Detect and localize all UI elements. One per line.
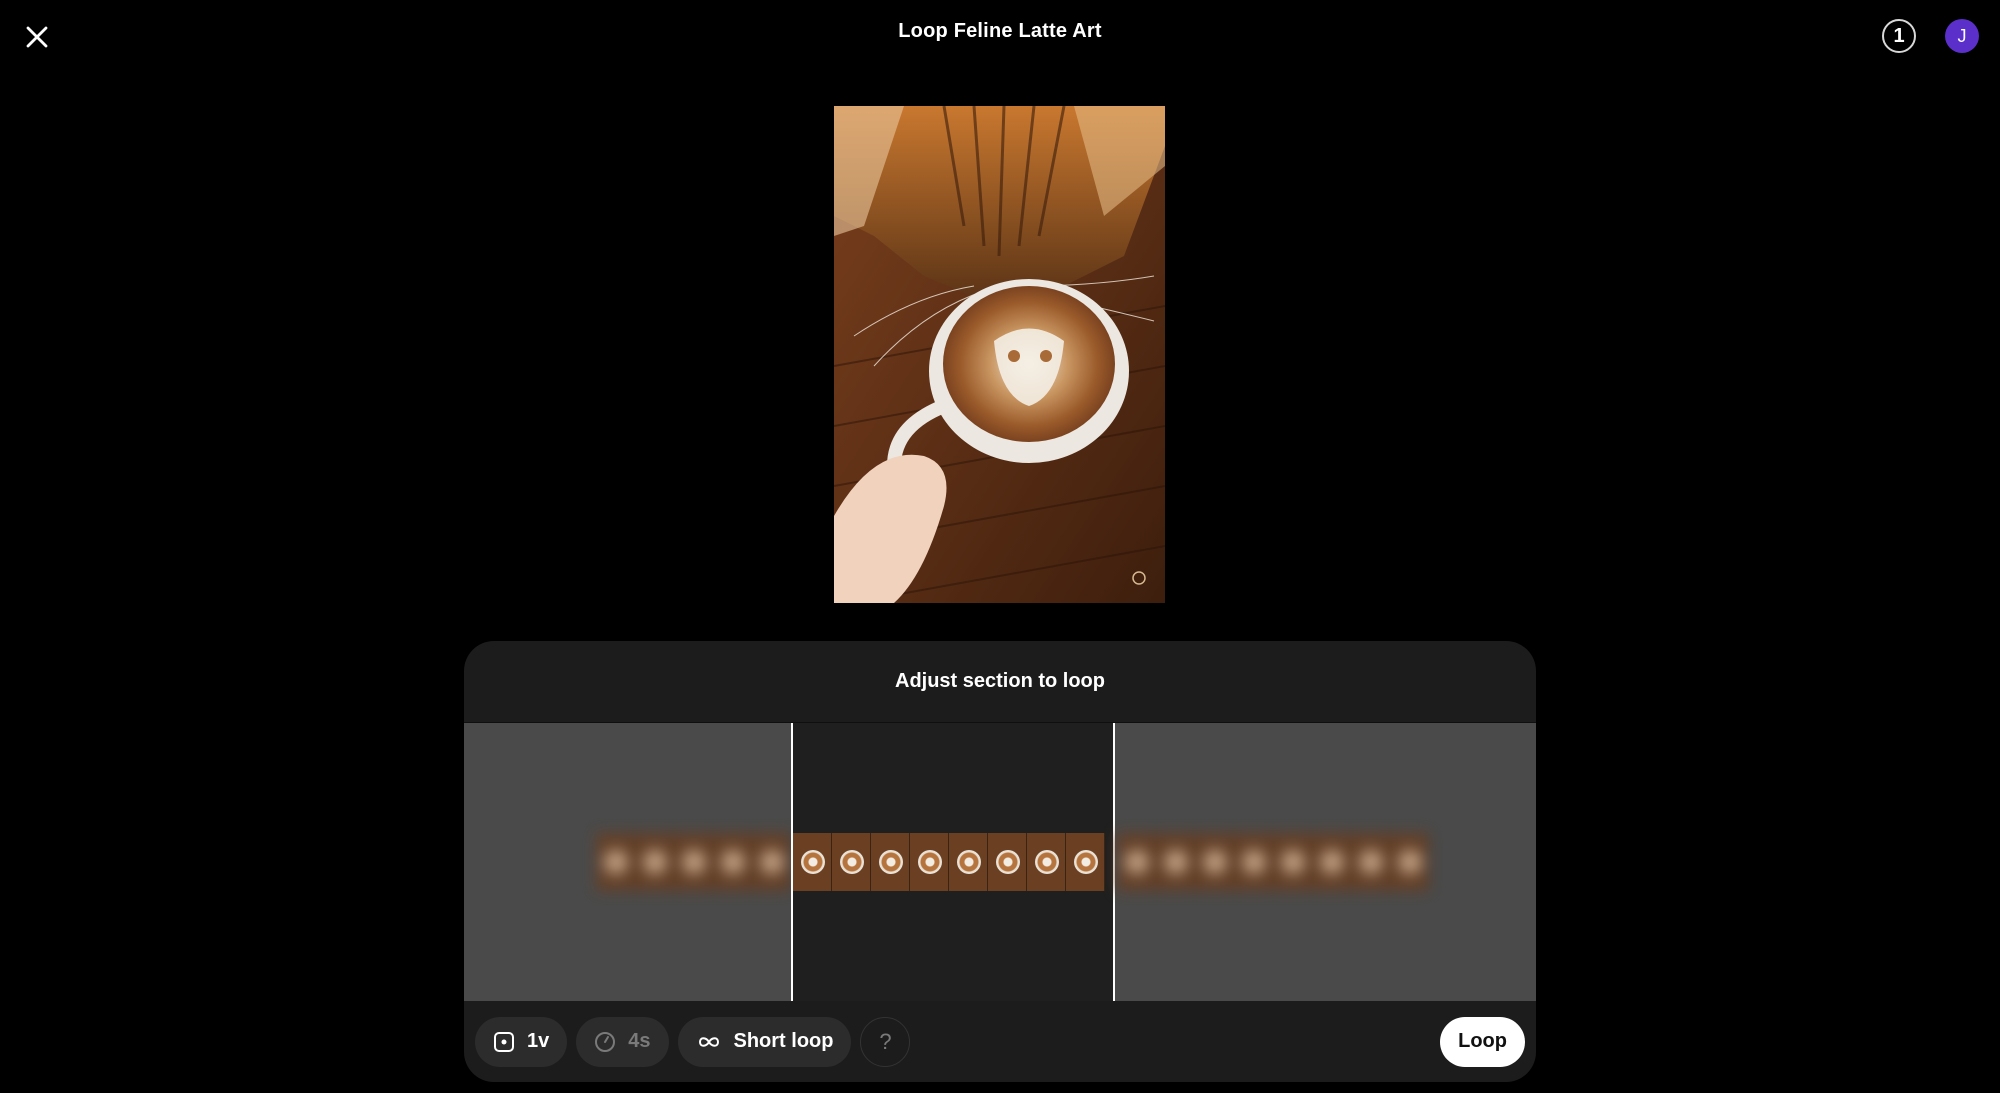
loop-selection[interactable] — [791, 723, 1115, 1001]
thumbnail-frame — [1234, 833, 1273, 891]
filmstrip-left — [596, 833, 791, 891]
filmstrip-right — [1117, 833, 1429, 891]
video-preview — [834, 106, 1165, 603]
thumbnail-frame — [1027, 833, 1066, 891]
thumbnail-frame — [1312, 833, 1351, 891]
thumbnail-frame — [1390, 833, 1429, 891]
filmstrip-selected — [793, 833, 1105, 891]
loop-button[interactable]: Loop — [1440, 1016, 1525, 1067]
thumbnail-frame — [1351, 833, 1390, 891]
thumbnail-frame — [832, 833, 871, 891]
thumbnail-frame — [674, 833, 713, 891]
page-title: Loop Feline Latte Art — [898, 20, 1102, 42]
thumbnail-frame — [871, 833, 910, 891]
loop-mode-button[interactable]: Short loop — [677, 1016, 852, 1067]
timeline[interactable] — [464, 723, 1536, 1001]
infinity-icon — [696, 1034, 722, 1050]
loop-editor-panel: Adjust section to loop 1v 4s Short loop … — [464, 641, 1536, 1082]
thumbnail-frame — [1156, 833, 1195, 891]
loop-mode-label: Short loop — [733, 1030, 834, 1052]
avatar[interactable]: J — [1945, 19, 1979, 53]
thumbnail-frame — [910, 833, 949, 891]
trim-handle-start[interactable] — [786, 723, 798, 1001]
thumbnail-frame — [635, 833, 674, 891]
thumbnail-frame — [1117, 833, 1156, 891]
thumbnail-frame — [1195, 833, 1234, 891]
thumbnail-frame — [949, 833, 988, 891]
duration-button[interactable]: 4s — [576, 1016, 669, 1067]
thumbnail-frame — [713, 833, 752, 891]
panel-heading: Adjust section to loop — [464, 641, 1536, 723]
thumbnail-frame — [596, 833, 635, 891]
loop-toolbar: 1v 4s Short loop ? Loop — [464, 1001, 1536, 1082]
square-dot-icon — [493, 1031, 515, 1053]
duration-label: 4s — [628, 1030, 651, 1052]
clock-icon — [594, 1031, 616, 1053]
variations-button[interactable]: 1v — [475, 1016, 568, 1067]
preview-image — [834, 106, 1165, 603]
thumbnail-frame — [1273, 833, 1312, 891]
credits-badge[interactable]: 1 — [1882, 19, 1916, 53]
thumbnail-frame — [988, 833, 1027, 891]
thumbnail-frame — [793, 833, 832, 891]
thumbnail-frame — [1066, 833, 1105, 891]
variations-label: 1v — [527, 1030, 550, 1052]
help-button[interactable]: ? — [860, 1016, 911, 1067]
